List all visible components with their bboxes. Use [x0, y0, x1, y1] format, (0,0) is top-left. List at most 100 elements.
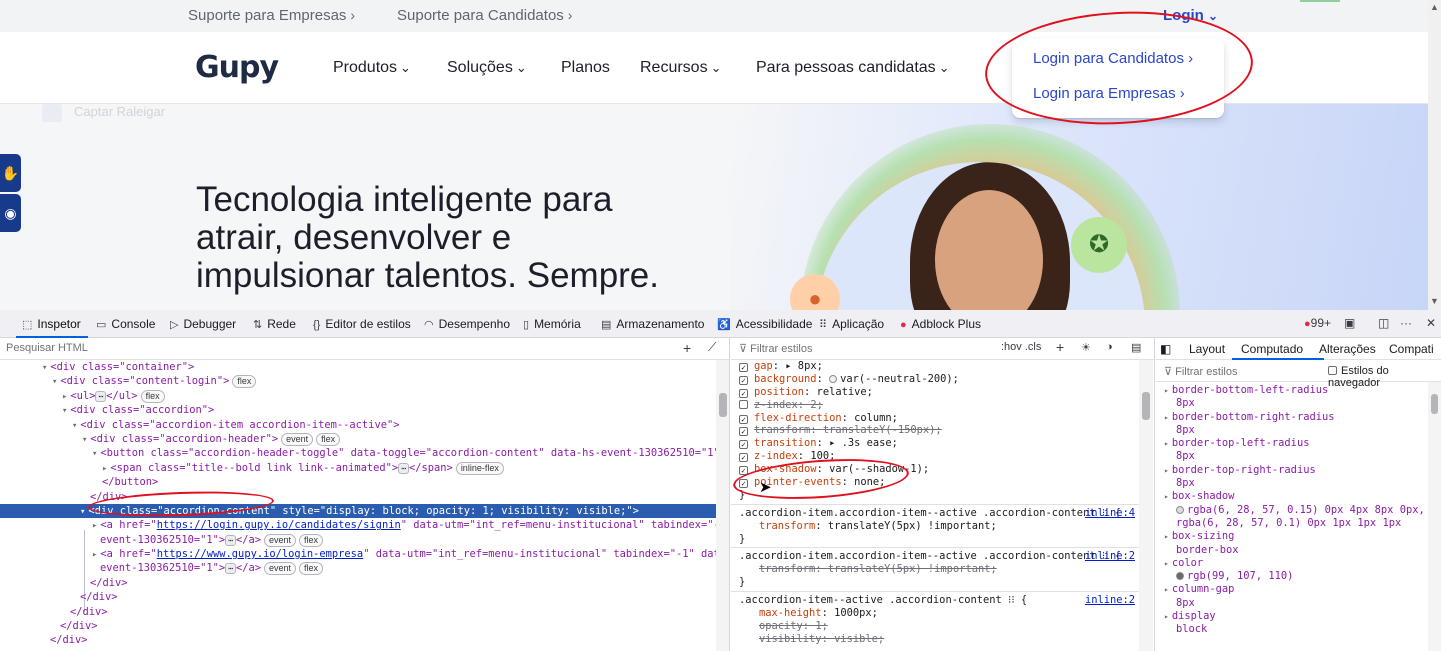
add-node-icon[interactable]: +: [683, 340, 691, 356]
computed-property[interactable]: ▸ box-sizing border-box: [1156, 530, 1428, 557]
nav-item-solucoes[interactable]: Soluções ⌄: [447, 59, 527, 77]
declaration[interactable]: ✓ z-index: 100;: [731, 450, 1141, 463]
contrast-icon[interactable]: ◑: [1106, 341, 1113, 353]
declaration-checkbox[interactable]: ✓: [739, 375, 748, 385]
gupy-logo[interactable]: Gupy: [195, 50, 279, 85]
expand-icon[interactable]: ▸: [1164, 559, 1169, 568]
computed-filter-input[interactable]: ⊽ Filtrar estilos: [1164, 365, 1237, 378]
declaration[interactable]: ✓ background: var(--neutral-200);: [731, 373, 1141, 386]
print-icon[interactable]: ▤: [1131, 341, 1141, 354]
tab-computado[interactable]: Computado: [1241, 342, 1303, 356]
tree-line[interactable]: ▾ <div class="container">: [0, 360, 716, 374]
declaration-checkbox[interactable]: [739, 399, 748, 409]
declaration[interactable]: transform: translateY(5px) !important;: [731, 520, 1141, 533]
responsive-icon[interactable]: ▣: [1344, 316, 1355, 330]
tree-line[interactable]: ▸ <span class="title--bold link link--ani…: [0, 461, 716, 475]
close-icon[interactable]: ✕: [1426, 316, 1436, 330]
tab-acessibilidade[interactable]: ♿ Acessibilidade: [717, 317, 812, 331]
expand-icon[interactable]: ▸: [1164, 492, 1169, 501]
declaration[interactable]: max-height: 1000px;: [731, 607, 1141, 620]
declaration-checkbox[interactable]: ✓: [739, 363, 748, 372]
computed-property[interactable]: ▸ border-bottom-left-radius 8px: [1156, 384, 1428, 411]
tab-style-editor[interactable]: {} Editor de estilos: [313, 317, 411, 331]
expand-icon[interactable]: ▸: [1164, 439, 1169, 448]
tab-debugger[interactable]: ▷ Debugger: [170, 317, 236, 331]
accessibility-hand-icon[interactable]: ✋: [0, 154, 21, 192]
tab-adblock[interactable]: ● Adblock Plus: [900, 317, 981, 331]
tree-line[interactable]: ▾ <div class="accordion-item accordion-it…: [0, 418, 716, 432]
rule-source-link[interactable]: inline:4: [1085, 507, 1135, 520]
tab-inspetor[interactable]: ⬚ Inspetor: [22, 317, 81, 331]
html-search-input[interactable]: Pesquisar HTML: [6, 342, 88, 354]
expand-icon[interactable]: ▸: [1164, 612, 1169, 621]
tab-memoria[interactable]: ▯ Memória: [523, 317, 581, 331]
declaration[interactable]: ✓ position: relative;: [731, 386, 1141, 399]
pseudo-class-toggles[interactable]: :hov .cls: [1001, 341, 1041, 353]
declaration-checkbox[interactable]: ✓: [739, 427, 748, 437]
scroll-down-icon[interactable]: ▼: [1430, 296, 1439, 306]
tree-line[interactable]: event-130362510="1"> ⋯ </a> event flex: [0, 533, 716, 547]
tree-line[interactable]: ▾ <div class="content-login"> flex: [0, 374, 716, 389]
tree-line[interactable]: ▸ <a href="https://login.gupy.io/candidat…: [0, 518, 716, 532]
tree-line[interactable]: event-130362510="1"> ⋯ </a> event flex: [0, 561, 716, 576]
tree-line[interactable]: ▾ <div class="accordion">: [0, 403, 716, 417]
support-companies-link[interactable]: Suporte para Empresas ›: [188, 7, 355, 24]
computed-property[interactable]: ▸ border-top-right-radius 8px: [1156, 464, 1428, 491]
nav-item-planos[interactable]: Planos: [561, 59, 610, 77]
checkbox-box[interactable]: [1328, 366, 1337, 375]
tree-line[interactable]: </div>: [0, 633, 716, 647]
nav-item-candidatas[interactable]: Para pessoas candidatas ⌄: [756, 59, 950, 77]
tree-line[interactable]: </div>: [0, 605, 716, 619]
declaration-checkbox[interactable]: ✓: [739, 440, 748, 450]
scroll-thumb[interactable]: [1431, 394, 1438, 414]
tab-desempenho[interactable]: ◠ Desempenho: [424, 317, 510, 331]
declaration[interactable]: ✓ gap: ▸ 8px;: [731, 360, 1141, 373]
tab-layout[interactable]: Layout: [1189, 342, 1225, 356]
scroll-thumb[interactable]: [719, 393, 727, 417]
computed-property[interactable]: ▸ box-shadow rgba(6, 28, 57, 0.15) 0px 4p…: [1156, 490, 1439, 530]
computed-property[interactable]: ▸ color rgb(99, 107, 110): [1156, 557, 1428, 584]
rule-source-link[interactable]: inline:2: [1085, 550, 1135, 563]
computed-property[interactable]: ▸ border-top-left-radius 8px: [1156, 437, 1428, 464]
tab-armazenamento[interactable]: ▤ Armazenamento: [601, 317, 704, 331]
tree-line[interactable]: ▾ <button class="accordion-header-toggle"…: [0, 446, 716, 460]
page-scrollbar[interactable]: ▲ ▼: [1428, 0, 1441, 310]
computed-property[interactable]: ▸ column-gap 8px: [1156, 583, 1428, 610]
tab-aplicacao[interactable]: ⠿ Aplicação: [819, 317, 884, 331]
tab-console[interactable]: ▭ Console: [96, 317, 155, 331]
scroll-up-icon[interactable]: ▲: [1430, 2, 1439, 12]
declaration-checkbox[interactable]: ✓: [739, 453, 748, 463]
nav-item-produtos[interactable]: Produtos ⌄: [333, 59, 411, 77]
html-scrollbar[interactable]: [716, 360, 729, 651]
computed-property[interactable]: ▸ display block: [1156, 610, 1428, 637]
declaration[interactable]: visibility: visible;: [731, 633, 1141, 646]
computed-scrollbar[interactable]: [1428, 382, 1441, 651]
rules-filter-input[interactable]: ⊽ Filtrar estilos: [739, 342, 812, 355]
tree-line[interactable]: ▸ <ul> ⋯ </ul> flex: [0, 389, 716, 403]
color-swatch[interactable]: [829, 374, 838, 383]
add-rule-icon[interactable]: +: [1056, 339, 1064, 355]
tree-line[interactable]: </div>: [0, 576, 716, 590]
computed-property[interactable]: ▸ border-bottom-right-radius 8px: [1156, 411, 1428, 438]
tree-line[interactable]: ▸ <a href="https://www.gupy.io/login-empr…: [0, 547, 716, 561]
nav-item-recursos[interactable]: Recursos ⌄: [640, 59, 721, 77]
rule-selector[interactable]: .accordion-item.accordion-item--active .…: [731, 550, 1141, 563]
dock-icon[interactable]: ◫: [1378, 316, 1389, 330]
declaration[interactable]: ✓ transition: ▸ .3s ease;: [731, 437, 1141, 450]
expand-icon[interactable]: ▸: [1164, 466, 1169, 475]
declaration[interactable]: z-index: 2;: [731, 399, 1141, 412]
expand-icon[interactable]: ▸: [1164, 585, 1169, 594]
expand-icon[interactable]: ▸: [1164, 413, 1169, 422]
tree-line[interactable]: ▾ <div class="accordion-header"> event flex: [0, 432, 716, 446]
accessibility-eye-icon[interactable]: ◉: [0, 194, 21, 232]
rule-selector[interactable]: .accordion-item--active .accordion-conte…: [731, 594, 1141, 607]
tab-compatibilidade[interactable]: Compati: [1389, 342, 1434, 356]
declaration[interactable]: ✓ flex-direction: column;: [731, 412, 1141, 425]
expand-icon[interactable]: ▸: [1164, 532, 1169, 541]
support-candidates-link[interactable]: Suporte para Candidatos ›: [397, 7, 572, 24]
light-theme-icon[interactable]: ☀: [1081, 341, 1091, 354]
declaration[interactable]: transform: translateY(5px) !important;: [731, 563, 1141, 576]
tab-alteracoes[interactable]: Alterações: [1319, 342, 1376, 356]
tab-rede[interactable]: ⇅ Rede: [253, 317, 296, 331]
declaration-checkbox[interactable]: ✓: [739, 388, 748, 398]
